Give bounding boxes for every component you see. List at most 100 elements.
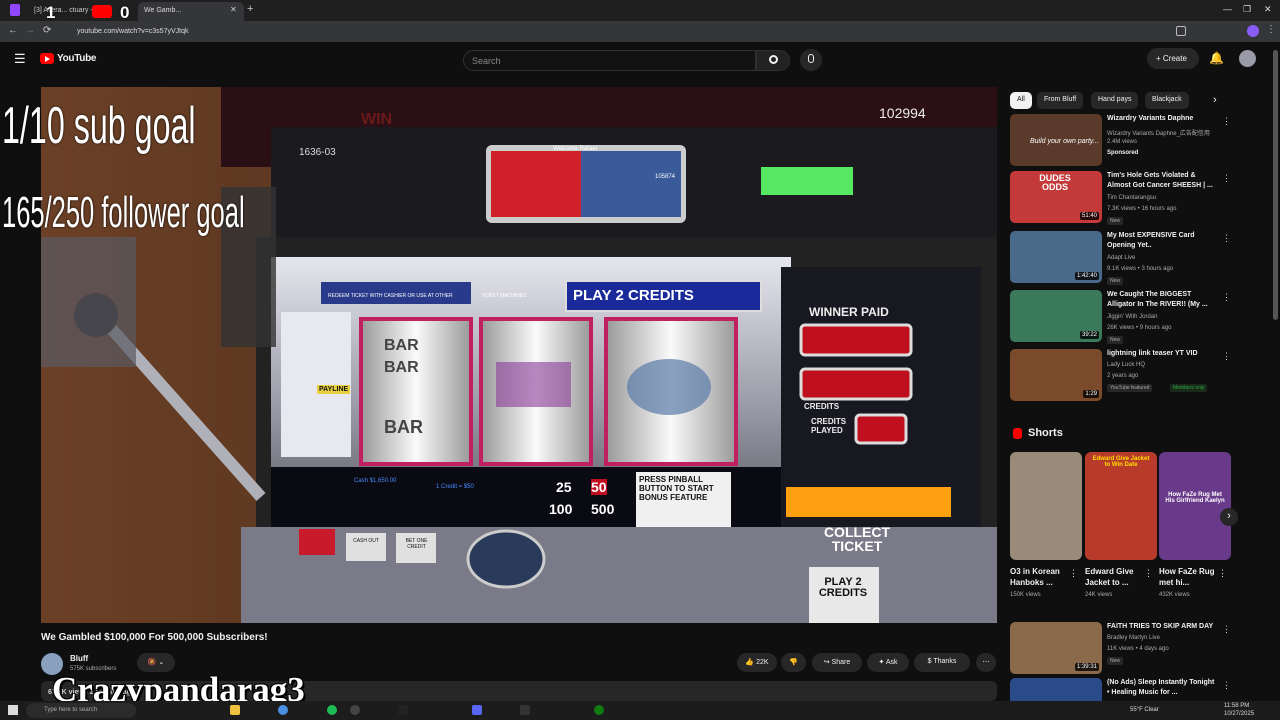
search-input[interactable]: Search — [463, 50, 756, 71]
plus-icon: + — [1156, 54, 1163, 63]
forward-icon[interactable]: → — [25, 25, 35, 36]
rec-meta: 7.3K views • 16 hours ago — [1107, 206, 1177, 212]
page-scrollbar[interactable] — [1273, 50, 1278, 320]
dislike-button[interactable]: 👎 — [781, 653, 806, 672]
short-title[interactable]: Edward Give Jacket to ... — [1085, 566, 1145, 588]
shorts-heading: Shorts — [1028, 427, 1063, 439]
bet-one-button: BET ONE CREDIT — [405, 538, 428, 550]
rec-meta: 11K views • 4 days ago — [1107, 646, 1169, 652]
ticket-machines-text: TICKET MACHINES — [481, 293, 527, 299]
url-field[interactable]: youtube.com/watch?v=c3s57yVJtqk — [63, 24, 1103, 39]
shorts-next-button[interactable]: › — [1220, 508, 1238, 526]
more-options-icon[interactable]: ⋮ — [1222, 116, 1231, 127]
video-thumbnail: DUDES ODDS 51:40 — [1010, 171, 1102, 223]
more-options-icon[interactable]: ⋮ — [1222, 292, 1231, 303]
video-player[interactable]: WIN 102994 1636-03 Welcome Rafael 105874… — [41, 87, 997, 623]
video-thumbnail: 1:42:40 — [1010, 231, 1102, 283]
chrome-icon[interactable] — [278, 705, 288, 715]
recommendation-item[interactable]: 39:22 We Caught The BIGGEST Alligator In… — [1010, 290, 1240, 345]
short-thumbnail[interactable]: Edward Give Jacket to Win Date — [1085, 452, 1157, 560]
profile-icon[interactable] — [1247, 25, 1259, 37]
kick-app-icon[interactable] — [520, 705, 530, 715]
more-options-icon[interactable]: ⋮ — [1218, 568, 1227, 579]
clock-date[interactable]: 10/27/2025 — [1224, 711, 1254, 717]
youtube-logo[interactable] — [40, 53, 54, 64]
restore-icon[interactable]: ❐ — [1243, 4, 1251, 15]
chip-blackjack[interactable]: Blackjack — [1145, 92, 1189, 109]
tab-twitch[interactable]: [3] Avera... ctuary - Twit — [20, 2, 135, 21]
tiktok-icon[interactable] — [398, 705, 408, 715]
channel-name[interactable]: Bluff — [70, 654, 88, 663]
chips-next-icon[interactable]: › — [1213, 94, 1217, 106]
ask-button[interactable]: ✦ Ask — [867, 653, 909, 672]
close-window-icon[interactable]: ✕ — [1264, 4, 1272, 15]
xbox-icon[interactable] — [594, 705, 604, 715]
taskbar-search[interactable]: Type here to search — [26, 703, 136, 718]
short-title[interactable]: How FaZe Rug met hi... — [1159, 566, 1219, 588]
recommendation-item[interactable]: 1:29 lightning link teaser YT VID Lady L… — [1010, 349, 1240, 404]
thumbnail-caption: DUDES ODDS — [1039, 173, 1071, 192]
create-button[interactable]: + Create — [1147, 48, 1199, 69]
rec-title: FAITH TRIES TO SKIP ARM DAY — [1107, 623, 1214, 630]
rec-meta: 9.1K views • 3 hours ago — [1107, 266, 1174, 272]
weather-text[interactable]: 55°F Clear — [1130, 707, 1159, 713]
recommendation-item[interactable]: 1:39:31 FAITH TRIES TO SKIP ARM DAY Brad… — [1010, 622, 1240, 677]
more-options-icon[interactable]: ⋮ — [1222, 233, 1231, 244]
more-options-icon[interactable]: ⋮ — [1069, 568, 1078, 579]
rec-title: We Caught The BIGGEST Alligator In The R… — [1107, 291, 1208, 308]
bell-off-icon: 🔕 ⌄ — [147, 659, 165, 666]
new-badge: New — [1107, 217, 1124, 225]
more-actions-button[interactable]: ⋯ — [976, 653, 996, 672]
chip-hand-pays[interactable]: Hand pays — [1091, 92, 1139, 109]
hamburger-menu-icon[interactable]: ☰ — [14, 51, 26, 67]
play-triangle-icon — [45, 56, 50, 62]
denom-50: 50 — [591, 479, 607, 495]
account-avatar[interactable] — [1239, 50, 1256, 67]
clock-time[interactable]: 11:58 PM — [1224, 703, 1249, 709]
overlay-counter-1: 1 — [46, 3, 56, 22]
more-options-icon[interactable]: ⋮ — [1144, 568, 1153, 579]
obs-icon[interactable] — [350, 705, 360, 715]
short-thumbnail[interactable] — [1010, 452, 1082, 560]
video-thumbnail: 1:39:31 — [1010, 622, 1102, 674]
new-tab-icon[interactable]: + — [247, 3, 253, 15]
denom-100: 100 — [549, 501, 573, 517]
chip-all[interactable]: All — [1010, 92, 1032, 109]
overlay-counter-2: 0 — [120, 3, 130, 22]
short-title[interactable]: O3 in Korean Hanboks ... — [1010, 566, 1070, 588]
more-options-icon[interactable]: ⋮ — [1222, 173, 1231, 184]
thanks-button[interactable]: $ Thanks — [914, 653, 970, 672]
reload-icon[interactable]: ⟳ — [43, 25, 51, 36]
spotify-icon[interactable] — [327, 705, 337, 715]
video-thumbnail — [1010, 678, 1102, 701]
like-button[interactable]: 👍 22K — [737, 653, 777, 672]
recommendation-item[interactable]: 1:42:40 My Most EXPENSIVE Card Opening Y… — [1010, 231, 1240, 286]
recommendation-item[interactable]: DUDES ODDS 51:40 Tim's Hole Gets Violated… — [1010, 171, 1240, 226]
tab-youtube[interactable]: We Gamb... — [138, 2, 244, 21]
file-explorer-icon[interactable] — [230, 705, 240, 715]
share-button[interactable]: ↪ Share — [812, 653, 862, 672]
more-options-icon[interactable]: ⋮ — [1222, 351, 1231, 362]
thumbs-down-icon: 👎 — [789, 659, 798, 666]
rec-channel: Tim Chantarangsu — [1107, 195, 1157, 201]
extensions-icon[interactable] — [1176, 26, 1186, 36]
short-thumbnail[interactable]: How FaZe Rug Met His Girlfriend Kaelyn — [1159, 452, 1231, 560]
recommendation-item[interactable]: Build your own party... Wizardry Variant… — [1010, 114, 1240, 169]
more-options-icon[interactable]: ⋮ — [1222, 624, 1231, 635]
search-button[interactable] — [756, 50, 790, 71]
rec-channel: Bradley Martyn Live — [1107, 635, 1161, 641]
new-badge: New — [1107, 277, 1124, 285]
windows-start-icon[interactable] — [8, 705, 18, 715]
discord-icon[interactable] — [472, 705, 482, 715]
minimize-icon[interactable]: — — [1223, 4, 1232, 14]
menu-dots-icon[interactable]: ⋮ — [1266, 24, 1276, 35]
close-tab-icon[interactable]: ✕ — [230, 5, 237, 14]
more-options-icon[interactable]: ⋮ — [1222, 680, 1231, 691]
notifications-bell-icon[interactable]: 🔔 — [1209, 51, 1224, 65]
winner-paid-label: WINNER PAID — [809, 305, 889, 319]
back-icon[interactable]: ← — [8, 25, 18, 36]
recommendation-item[interactable]: (No Ads) Sleep Instantly Tonight • Heali… — [1010, 678, 1240, 701]
youtube-logo-text: YouTube — [57, 53, 97, 64]
voice-search-button[interactable] — [800, 49, 822, 71]
chip-from-bluff[interactable]: From Bluff — [1037, 92, 1084, 109]
